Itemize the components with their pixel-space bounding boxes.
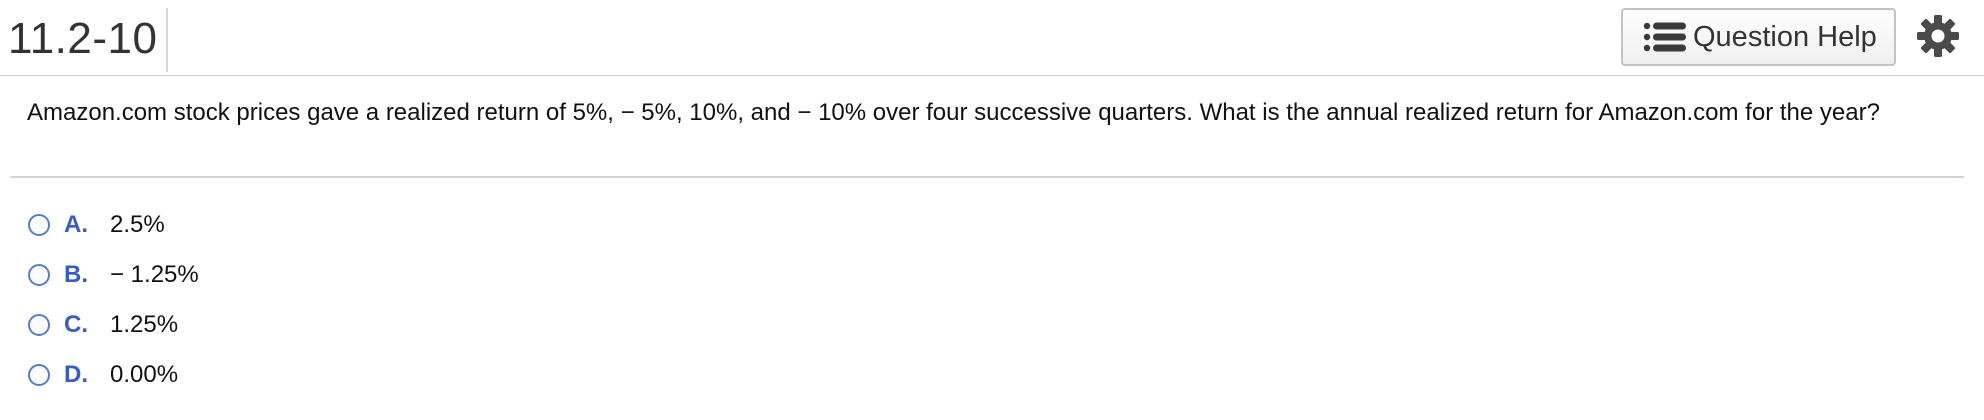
option-b[interactable]: B. − 1.25% [28, 250, 199, 300]
list-icon [1643, 22, 1686, 52]
question-help-label: Question Help [1693, 20, 1877, 53]
question-divider [10, 176, 1964, 178]
option-b-value: − 1.25% [110, 261, 199, 288]
option-c-value: 1.25% [110, 311, 179, 338]
option-a[interactable]: A. 2.5% [28, 200, 199, 250]
option-c-letter: C. [64, 311, 88, 338]
option-d-radio[interactable] [28, 364, 50, 386]
question-header: 11.2-10 Question Help [0, 0, 1984, 76]
question-text: Amazon.com stock prices gave a realized … [27, 99, 1880, 126]
option-b-radio[interactable] [28, 264, 50, 286]
option-c-radio[interactable] [28, 314, 50, 336]
option-a-radio[interactable] [28, 214, 50, 236]
option-a-letter: A. [64, 211, 88, 238]
question-help-button[interactable]: Question Help [1621, 8, 1896, 66]
header-divider [166, 8, 168, 72]
option-d[interactable]: D. 0.00% [28, 350, 199, 400]
question-number: 11.2-10 [8, 14, 158, 63]
option-c[interactable]: C. 1.25% [28, 300, 199, 350]
option-a-value: 2.5% [110, 211, 165, 238]
answer-options: A. 2.5% B. − 1.25% C. 1.25% D. 0.00% [28, 200, 199, 400]
option-d-value: 0.00% [110, 361, 179, 388]
option-d-letter: D. [64, 361, 88, 388]
option-b-letter: B. [64, 261, 88, 288]
gear-icon[interactable] [1916, 14, 1960, 58]
